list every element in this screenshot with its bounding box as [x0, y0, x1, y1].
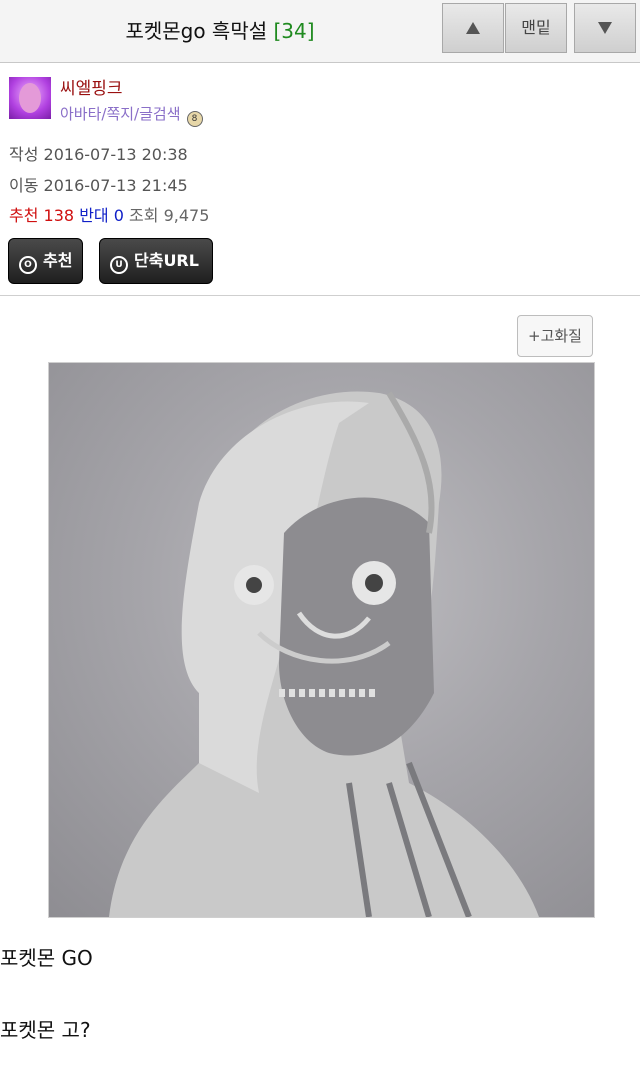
page-title: 포켓몬go 흑막설 [34] [0, 0, 440, 62]
post-image[interactable] [48, 362, 595, 918]
scroll-down-button[interactable] [574, 3, 636, 53]
recommend-icon: O [19, 256, 37, 274]
moved-row: 이동 2016-07-13 21:45 [9, 172, 188, 196]
oppose-label: 반대 [79, 206, 109, 225]
recommend-count: 138 [43, 206, 75, 225]
moved-label: 이동 [9, 176, 39, 195]
triangle-up-icon [466, 22, 480, 34]
recommend-label: 추천 [9, 206, 39, 225]
author-links-text[interactable]: 아바타/쪽지/글검색 [60, 105, 181, 123]
avatar[interactable] [9, 77, 51, 119]
level-badge-icon: 8 [186, 111, 203, 127]
stats-row: 추천 138 반대 0 조회 9,475 [9, 202, 209, 226]
url-icon: U [110, 256, 128, 274]
author-nickname[interactable]: 씨엘핑크 [60, 74, 123, 99]
triangle-down-icon [598, 22, 612, 34]
short-url-button-label: 단축URL [134, 251, 199, 270]
section-divider [0, 295, 640, 296]
written-label: 작성 [9, 145, 39, 164]
robot-head-illustration [109, 391, 539, 917]
post-title: 포켓몬go 흑막설 [125, 19, 268, 43]
body-line-2: 포켓몬 고? [0, 1018, 91, 1042]
scroll-bottom-button[interactable]: 맨밑 [505, 3, 567, 53]
views-count: 9,475 [163, 206, 210, 225]
high-quality-button[interactable]: +고화질 [517, 315, 593, 357]
top-bar: 포켓몬go 흑막설 [34] 맨밑 [0, 0, 640, 63]
short-url-button[interactable]: U 단축URL [99, 238, 213, 284]
written-time: 2016-07-13 20:38 [43, 145, 188, 164]
recommend-button[interactable]: O 추천 [8, 238, 83, 284]
moved-time: 2016-07-13 21:45 [43, 176, 188, 195]
body-line-1: 포켓몬 GO [0, 946, 93, 970]
author-links[interactable]: 아바타/쪽지/글검색 8 [60, 103, 203, 127]
recommend-button-label: 추천 [43, 251, 73, 270]
comment-count[interactable]: [34] [274, 19, 315, 43]
avatar-face [19, 83, 41, 113]
scroll-up-button[interactable] [442, 3, 504, 53]
written-row: 작성 2016-07-13 20:38 [9, 141, 188, 165]
oppose-count: 0 [113, 206, 124, 225]
views-label: 조회 [129, 206, 159, 225]
